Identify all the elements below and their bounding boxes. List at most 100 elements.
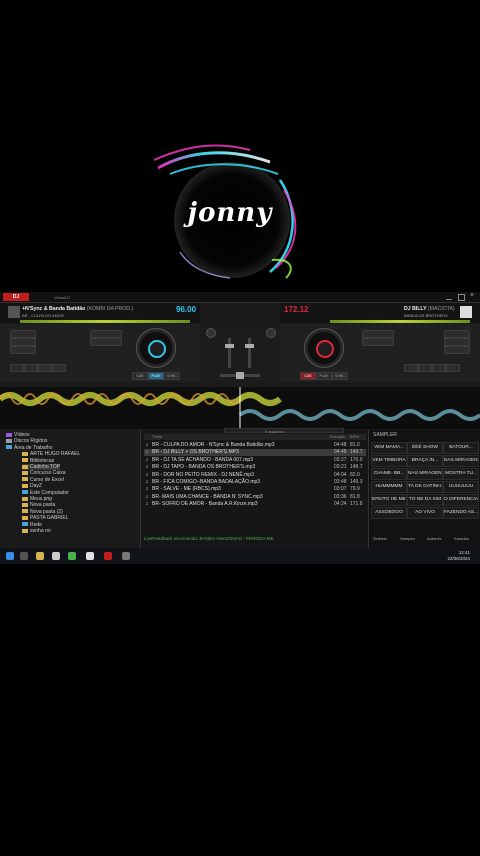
folder-item[interactable]: DayZ [22, 483, 42, 489]
sampler-pad[interactable]: TO NE DA SIM [407, 494, 443, 506]
deck-right-option-2[interactable] [444, 338, 470, 346]
deck-left-cue-button[interactable]: CUE [132, 372, 148, 380]
deck-left-hotcue-2[interactable] [24, 364, 38, 372]
folder-item[interactable]: Bibliotecas [22, 458, 54, 464]
sampler-pad[interactable]: MOSTRA TU... [443, 468, 479, 480]
file-explorer-icon[interactable] [36, 552, 44, 560]
sampler-tab[interactable]: Automix [427, 536, 441, 541]
deck-left-hotcue-3[interactable] [38, 364, 52, 372]
deck-left-pad-1[interactable] [90, 330, 122, 338]
sampler-pad[interactable]: O DIFERENCIA [443, 494, 479, 506]
track-row[interactable]: ♫ BR- MAIS UMA CHANCE - BANDA N' SYNC.mp3… [144, 494, 366, 501]
sampler-tab[interactable]: Sampler [400, 536, 415, 541]
sampler-pad[interactable]: NAS MIRAGEN... [443, 455, 479, 467]
deck-left-sync-button[interactable]: SYNC [164, 372, 180, 380]
folder-item[interactable]: Vídeos [6, 432, 30, 438]
track-row[interactable]: ♫ BR - CULPA DO AMOR - N'Sync & Banda Bat… [144, 442, 366, 449]
left-volume-fader[interactable] [225, 338, 234, 368]
deck-left-pad-2[interactable] [90, 338, 122, 346]
deck-right-hotcue-3[interactable] [432, 364, 446, 372]
search-icon[interactable] [20, 552, 28, 560]
folder-item[interactable]: Curso de Excel [22, 477, 64, 483]
sampler-pad[interactable]: TA OK GATINH... [407, 481, 443, 493]
deck-right-pad-2[interactable] [362, 338, 394, 346]
deck-right-cue-button[interactable]: CUE [300, 372, 316, 380]
deck-left-overview-wave[interactable] [20, 320, 190, 323]
deck-right-sync-button[interactable]: SYNC [332, 372, 348, 380]
sampler-pad[interactable]: NAS MIRAGEN... [407, 468, 443, 480]
col-duration[interactable]: Duração [330, 434, 345, 439]
maximize-icon[interactable] [458, 294, 465, 301]
deck-right-pad-1[interactable] [362, 330, 394, 338]
folder-item[interactable]: Nova pasta [22, 502, 55, 508]
close-icon[interactable]: × [470, 292, 474, 299]
folder-item[interactable]: ARTE HUGO RAFAEL [22, 451, 80, 457]
folder-item[interactable]: Discos Rígidos [6, 438, 47, 444]
folder-item[interactable]: Meus.png [22, 496, 52, 502]
app-icon-green[interactable] [68, 552, 76, 560]
deck-left-hotcue-1[interactable] [10, 364, 24, 372]
deck-left-option-3[interactable] [10, 346, 36, 354]
track-row[interactable]: ♫ BR - SALVE - ME (RBCS).mp3 03:07 79.9 [144, 486, 366, 493]
col-title[interactable]: Título [152, 434, 162, 439]
track-row[interactable]: ♫ BR - DOR NO PEITO REMIX - DJ NENÊ.mp3 04… [144, 472, 366, 479]
sampler-pad[interactable]: VEM MAMA... [371, 442, 407, 454]
deck-left-option-2[interactable] [10, 338, 36, 346]
folder-label: Meus.png [30, 496, 52, 502]
sampler-pad[interactable]: BRAÇA IN... [407, 455, 443, 467]
sampler-pad[interactable]: AO VIVO [407, 507, 443, 519]
search-input[interactable]: 9 arquivos [224, 428, 344, 434]
start-icon[interactable] [6, 552, 14, 560]
sampler-pad[interactable]: VEM TIMBORA [371, 455, 407, 467]
left-gain-knob[interactable] [206, 328, 216, 338]
deck-right-play-button[interactable]: PLAY [316, 372, 332, 380]
deck-left-hotcue-4[interactable] [52, 364, 66, 372]
deck-right-overview-wave[interactable] [330, 320, 470, 323]
deck-left-play-button[interactable]: PLAY [148, 372, 164, 380]
taskbar-clock[interactable]: 12:41 22/06/2024 [447, 550, 470, 562]
folder-item[interactable]: PASTA GABRIEL [22, 515, 68, 521]
minimize-icon[interactable] [446, 294, 452, 300]
folder-item[interactable]: Rede [22, 522, 42, 528]
deck-right-hotcue-4[interactable] [446, 364, 460, 372]
crossfader[interactable] [220, 372, 260, 379]
folder-item[interactable]: senha roi [22, 528, 51, 534]
app-icon-white[interactable] [86, 552, 94, 560]
folder-item[interactable]: Nova pasta (2) [22, 509, 63, 515]
sampler-pad[interactable]: UUUUUUU [443, 481, 479, 493]
deck-right-option-3[interactable] [444, 346, 470, 354]
right-volume-fader[interactable] [245, 338, 254, 368]
sampler-tab[interactable]: Karaoke [454, 536, 469, 541]
sampler-pad[interactable]: ASSOBOOO [371, 507, 407, 519]
main-waveform[interactable] [0, 387, 480, 429]
sampler-pad[interactable]: EFEITO HE MEM [371, 494, 407, 506]
sampler-pad[interactable]: CHAME- BB... [371, 468, 407, 480]
app-icon-gray[interactable] [122, 552, 130, 560]
deck-right-hotcue-2[interactable] [418, 364, 432, 372]
sampler-pad[interactable]: BATOUR... [443, 442, 479, 454]
virtualdj-taskbar-icon[interactable] [104, 552, 112, 560]
track-row[interactable]: ♫ BR - DJ TA SE ACHANDO - BANDA 007.mp3 03… [144, 457, 366, 464]
sampler-pad[interactable]: FAZENDO AS... [443, 507, 479, 519]
deck-left-jogwheel[interactable] [136, 328, 176, 368]
deck-left-option-1[interactable] [10, 330, 36, 338]
folder-label: Este Computador [30, 489, 69, 496]
sampler-panel: SAMPLER VEM MAMA... ÉÉÉ SHOW BATOUR... VEM … [368, 430, 480, 548]
folder-item[interactable]: Cadinho TOP [22, 464, 61, 470]
sampler-tab[interactable]: Sidebar [373, 536, 387, 541]
browser-icon[interactable] [52, 552, 60, 560]
track-row[interactable]: ♫ BR- SOFRO DE AMOR - Banda A.R.Kinze.mp3… [144, 501, 366, 508]
track-row[interactable]: ♫ BR - FICA COMIGO--BANDA BADALAÇÃO.mp3 03… [144, 479, 366, 486]
deck-right-option-1[interactable] [444, 330, 470, 338]
deck-right-jogwheel[interactable] [304, 328, 344, 368]
folder-item[interactable]: Este Computador [22, 490, 69, 496]
col-bpm[interactable]: BPM [350, 434, 359, 439]
folder-item[interactable]: Área de Trabalho [6, 445, 52, 451]
sampler-pad[interactable]: ÉÉÉ SHOW [407, 442, 443, 454]
track-row[interactable]: ♫ BR - DJ TAPO - BANDA OS BROTHER'S.mp3 03… [144, 464, 366, 471]
folder-item[interactable]: Concurso Caixa [22, 470, 66, 476]
deck-right-hotcue-1[interactable] [404, 364, 418, 372]
right-gain-knob[interactable] [266, 328, 276, 338]
track-row[interactable]: ♫ BR - DJ BILLY + OS BROTHER'S.MP3 04:48 14… [144, 449, 366, 457]
sampler-pad[interactable]: HUMMMMM [371, 481, 407, 493]
